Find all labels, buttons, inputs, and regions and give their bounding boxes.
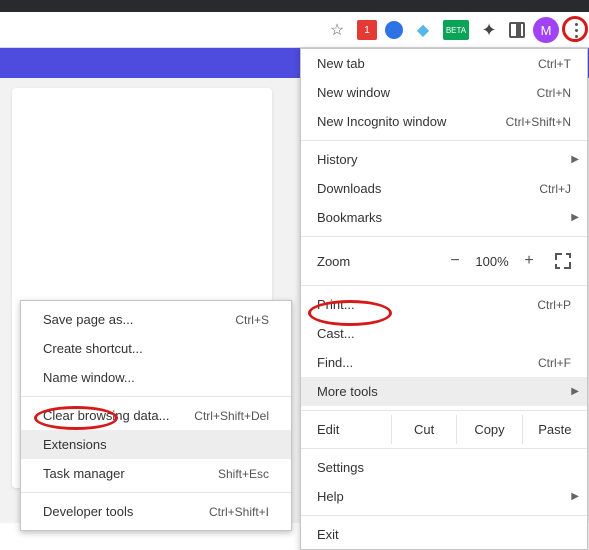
beta-label: BETA	[446, 26, 466, 35]
menu-settings[interactable]: Settings	[301, 453, 587, 482]
menu-zoom-row: Zoom − 100% +	[301, 241, 587, 281]
tab-strip	[0, 0, 589, 12]
menu-label: Edit	[301, 422, 391, 437]
submenu-task-manager[interactable]: Task managerShift+Esc	[21, 459, 291, 488]
menu-shortcut: Ctrl+T	[538, 57, 571, 71]
submenu-name-window[interactable]: Name window...	[21, 363, 291, 392]
edit-paste-button[interactable]: Paste	[522, 415, 587, 444]
menu-separator	[301, 448, 587, 449]
edit-cut-button[interactable]: Cut	[391, 415, 456, 444]
edit-copy-button[interactable]: Copy	[456, 415, 521, 444]
menu-shortcut: Ctrl+J	[539, 182, 571, 196]
menu-shortcut: Ctrl+S	[235, 313, 269, 327]
menu-separator	[301, 410, 587, 411]
menu-find[interactable]: Find...Ctrl+F	[301, 348, 587, 377]
extensions-puzzle-icon[interactable]: ✦	[477, 18, 501, 42]
zoom-value: 100%	[469, 254, 515, 269]
menu-shortcut: Shift+Esc	[218, 467, 269, 481]
menu-shortcut: Ctrl+P	[537, 298, 571, 312]
menu-new-window[interactable]: New windowCtrl+N	[301, 78, 587, 107]
submenu-clear-data[interactable]: Clear browsing data...Ctrl+Shift+Del	[21, 401, 291, 430]
menu-help[interactable]: Help▶	[301, 482, 587, 511]
side-panel-icon[interactable]	[509, 22, 525, 38]
menu-label: Exit	[317, 527, 571, 542]
menu-shortcut: Ctrl+F	[538, 356, 571, 370]
menu-label: Find...	[317, 355, 538, 370]
menu-label: Clear browsing data...	[43, 408, 194, 423]
submenu-extensions[interactable]: Extensions	[21, 430, 291, 459]
menu-label: New window	[317, 85, 537, 100]
menu-label: Settings	[317, 460, 571, 475]
submenu-arrow-icon: ▶	[571, 491, 579, 502]
menu-label: Developer tools	[43, 504, 209, 519]
menu-shortcut: Ctrl+N	[537, 86, 571, 100]
kebab-menu-icon[interactable]	[567, 18, 585, 42]
menu-label: Bookmarks	[317, 210, 571, 225]
zoom-out-button[interactable]: −	[441, 252, 469, 270]
menu-label: Zoom	[317, 254, 441, 269]
menu-separator	[301, 515, 587, 516]
menu-downloads[interactable]: DownloadsCtrl+J	[301, 174, 587, 203]
menu-label: New Incognito window	[317, 114, 506, 129]
menu-edit-row: Edit Cut Copy Paste	[301, 415, 587, 444]
toolbar: ☆ 1 ◆ BETA ✦ M	[0, 12, 589, 48]
menu-label: History	[317, 152, 571, 167]
submenu-arrow-icon: ▶	[571, 154, 579, 165]
menu-label: Extensions	[43, 437, 269, 452]
submenu-arrow-icon: ▶	[571, 386, 579, 397]
menu-separator	[21, 396, 291, 397]
menu-shortcut: Ctrl+Shift+Del	[194, 409, 269, 423]
zoom-in-button[interactable]: +	[515, 252, 543, 270]
menu-cast[interactable]: Cast...	[301, 319, 587, 348]
extension-badge: 1	[364, 25, 370, 36]
menu-separator	[301, 285, 587, 286]
menu-label: Save page as...	[43, 312, 235, 327]
menu-label: More tools	[317, 384, 571, 399]
menu-separator	[21, 492, 291, 493]
menu-shortcut: Ctrl+Shift+N	[506, 115, 571, 129]
submenu-dev-tools[interactable]: Developer toolsCtrl+Shift+I	[21, 497, 291, 526]
menu-history[interactable]: History▶	[301, 145, 587, 174]
menu-label: Create shortcut...	[43, 341, 269, 356]
profile-avatar[interactable]: M	[533, 17, 559, 43]
menu-incognito[interactable]: New Incognito windowCtrl+Shift+N	[301, 107, 587, 136]
submenu-create-shortcut[interactable]: Create shortcut...	[21, 334, 291, 363]
menu-label: Name window...	[43, 370, 269, 385]
extension-icon-2[interactable]	[385, 21, 403, 39]
menu-print[interactable]: Print...Ctrl+P	[301, 290, 587, 319]
extension-icon-1[interactable]: 1	[357, 20, 377, 40]
more-tools-submenu: Save page as...Ctrl+S Create shortcut...…	[20, 300, 292, 531]
menu-separator	[301, 236, 587, 237]
extension-icon-3[interactable]: ◆	[411, 18, 435, 42]
extension-icon-beta[interactable]: BETA	[443, 20, 469, 40]
menu-label: Cast...	[317, 326, 571, 341]
menu-label: Task manager	[43, 466, 218, 481]
bookmark-star-icon[interactable]: ☆	[325, 18, 349, 42]
menu-label: Downloads	[317, 181, 539, 196]
menu-label: New tab	[317, 56, 538, 71]
menu-bookmarks[interactable]: Bookmarks▶	[301, 203, 587, 232]
menu-exit[interactable]: Exit	[301, 520, 587, 549]
submenu-arrow-icon: ▶	[571, 212, 579, 223]
submenu-save-page[interactable]: Save page as...Ctrl+S	[21, 305, 291, 334]
menu-shortcut: Ctrl+Shift+I	[209, 505, 269, 519]
menu-label: Help	[317, 489, 571, 504]
avatar-initial: M	[541, 23, 552, 38]
chrome-main-menu: New tabCtrl+T New windowCtrl+N New Incog…	[300, 48, 588, 550]
menu-more-tools[interactable]: More tools▶	[301, 377, 587, 406]
menu-separator	[301, 140, 587, 141]
fullscreen-icon[interactable]	[555, 253, 571, 269]
menu-label: Print...	[317, 297, 537, 312]
menu-new-tab[interactable]: New tabCtrl+T	[301, 49, 587, 78]
